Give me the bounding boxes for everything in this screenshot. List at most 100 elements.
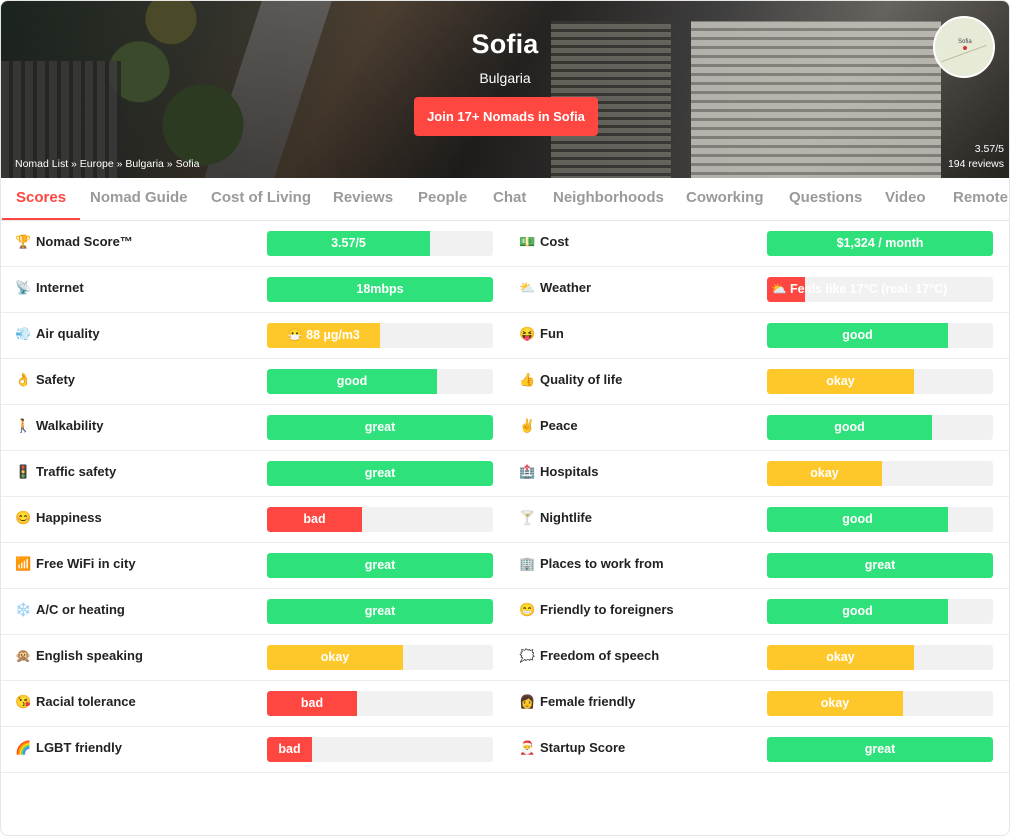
score-label: ⛅ Weather [519,280,591,296]
score-value: great [364,466,396,480]
score-value: okay [826,650,855,664]
score-value: great [864,742,896,756]
score-bar[interactable]: bad [267,507,493,532]
score-label-text: Peace [540,418,578,433]
score-cell-right: 👩 Female friendly okay [505,680,1009,726]
tab-scores[interactable]: Scores [1,178,81,220]
score-bar[interactable]: okay [267,645,493,670]
score-bar[interactable]: okay [767,691,993,716]
score-value: good [834,420,865,434]
tab-people[interactable]: People [418,178,467,219]
tab-nomad-guide[interactable]: Nomad Guide [90,178,188,219]
score-bar[interactable]: great [267,599,493,624]
score-value: great [864,558,896,572]
score-label-text: A/C or heating [36,602,125,617]
tab-cost-of-living[interactable]: Cost of Living [211,178,311,219]
join-nomads-button[interactable]: Join 17+ Nomads in Sofia [414,97,598,136]
score-label: 📶 Free WiFi in city [15,556,136,572]
score-bar[interactable]: great [267,415,493,440]
score-bar[interactable]: great [267,461,493,486]
snowflake-icon: ❄️ [15,602,32,617]
score-value: great [364,558,396,572]
score-label-text: Cost [540,234,569,249]
score-value: 3.57/5 [331,236,366,250]
score-cell-left: 😘 Racial tolerance bad [1,680,505,726]
score-bar[interactable]: 3.57/5 [267,231,493,256]
tab-video[interactable]: Video [885,178,926,219]
score-value: okay [820,696,850,710]
score-label: 📡 Internet [15,280,84,296]
score-cell-left: 💨 Air quality 😷 88 µg/m3 [1,312,505,358]
score-label-text: LGBT friendly [36,740,122,755]
speak-no-evil-icon: 🙊 [15,648,32,663]
score-value: good [842,328,873,342]
score-bar[interactable]: 18mbps [267,277,493,302]
score-bar[interactable]: good [767,507,993,532]
score-row: 📶 Free WiFi in city great 🏢 Places to work f… [1,542,1009,589]
score-bar[interactable]: bad [267,691,493,716]
score-cell-right: 🍸 Nightlife good [505,496,1009,542]
score-label-text: English speaking [36,648,143,663]
score-bar[interactable]: ⛅ Feels like 17°C (real: 17°C) [767,277,993,302]
map-city-label: Sofia [958,39,972,45]
peace-hand-icon: ✌️ [519,418,536,433]
score-bar[interactable]: great [767,553,993,578]
score-label-text: Air quality [36,326,100,341]
score-bar[interactable]: great [267,553,493,578]
score-label: 🚦 Traffic safety [15,464,116,480]
score-bar[interactable]: good [267,369,493,394]
score-bar[interactable]: good [767,599,993,624]
score-bar[interactable]: okay [767,461,993,486]
score-cell-left: ❄️ A/C or heating great [1,588,505,634]
score-cell-right: 😁 Friendly to foreigners good [505,588,1009,634]
score-cell-right: ⛅ Weather ⛅ Feels like 17°C (real: 17°C) [505,266,1009,312]
score-bar[interactable]: great [767,737,993,762]
wifi-signal-icon: 📶 [15,556,32,571]
score-label-text: Freedom of speech [540,648,660,663]
satellite-icon: 📡 [15,280,32,295]
breadcrumb-bulgaria[interactable]: Bulgaria [125,158,164,170]
score-bar[interactable]: 😷 88 µg/m3 [267,323,493,348]
score-label-text: Happiness [36,510,102,525]
score-row: 🙊 English speaking okay 🗯️ Freedom of speech… [1,634,1009,681]
office-icon: 🏢 [519,556,536,571]
score-cell-left: 📡 Internet 18mbps [1,266,505,312]
breadcrumb-europe[interactable]: Europe [80,158,114,170]
tab-coworking[interactable]: Coworking [686,178,764,219]
score-cell-left: 🚦 Traffic safety great [1,450,505,496]
walking-icon: 🚶 [15,418,32,433]
score-row: ❄️ A/C or heating great 😁 Friendly to foreig… [1,588,1009,635]
score-value: bad [278,742,301,756]
score-bar[interactable]: okay [767,369,993,394]
rating-value: 3.57/5 [974,143,1004,155]
score-value: okay [826,374,855,388]
breadcrumb-sofia[interactable]: Sofia [176,158,200,170]
tab-remote[interactable]: Remote [953,178,1008,219]
score-label-text: Hospitals [540,464,599,479]
score-cell-left: 🌈 LGBT friendly bad [1,726,505,772]
score-label: 👩 Female friendly [519,694,635,710]
score-bar[interactable]: good [767,323,993,348]
score-value: okay [320,650,350,664]
reviews-count[interactable]: 194 reviews [948,157,1004,172]
tab-chat[interactable]: Chat [493,178,526,219]
breadcrumb-nomad-list[interactable]: Nomad List [15,158,68,170]
tab-questions[interactable]: Questions [789,178,862,219]
score-label-text: Quality of life [540,372,623,387]
tab-reviews[interactable]: Reviews [333,178,393,219]
score-label: 🙊 English speaking [15,648,143,664]
score-label: 🏢 Places to work from [519,556,664,572]
score-bar[interactable]: bad [267,737,493,762]
score-bar[interactable]: $1,324 / month [767,231,993,256]
money-icon: 💵 [519,234,536,249]
score-bar[interactable]: good [767,415,993,440]
score-row: 🏆 Nomad Score™ 3.57/5 💵 Cost $1,324 / month [1,220,1009,267]
map-pin-icon [963,46,967,50]
tab-neighborhoods[interactable]: Neighborhoods [553,178,664,219]
score-bar[interactable]: okay [767,645,993,670]
fun-face-icon: 😝 [519,326,536,341]
city-map-thumbnail[interactable]: Sofia [933,16,995,78]
score-cell-right: 🏥 Hospitals okay [505,450,1009,496]
score-row: 📡 Internet 18mbps ⛅ Weather ⛅ Feels like 17°C… [1,266,1009,313]
score-label-text: Nightlife [540,510,592,525]
